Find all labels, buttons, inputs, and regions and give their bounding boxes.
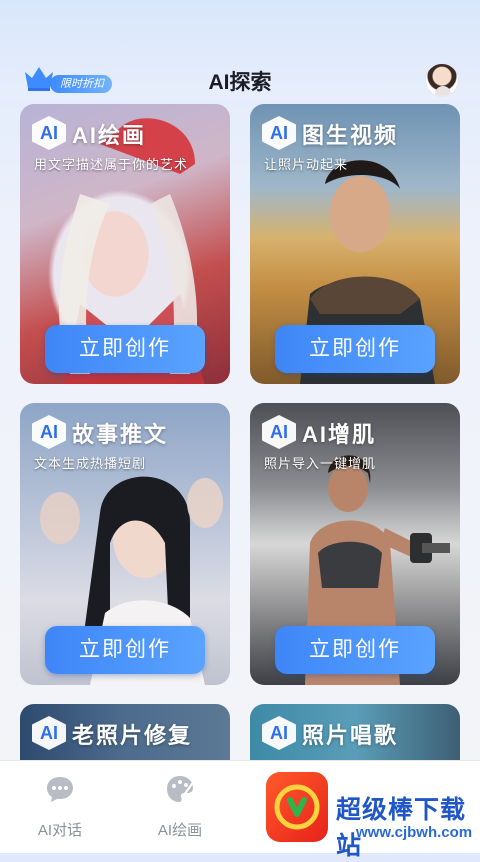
tab-label: AI绘画 bbox=[157, 822, 203, 839]
tab-ai-chat[interactable]: AI对话 bbox=[0, 761, 120, 854]
card-title: 图生视频 bbox=[302, 123, 399, 148]
page-title: AI探索 bbox=[208, 71, 272, 94]
card-subtitle: 用文字描述属于你的艺术 bbox=[34, 157, 189, 172]
card-title: 照片唱歌 bbox=[302, 723, 399, 748]
create-button[interactable]: 立即创作 bbox=[45, 626, 205, 674]
tab-ai-painting[interactable]: AI绘画 bbox=[120, 761, 240, 854]
card-title: AI绘画 bbox=[72, 123, 147, 148]
watermark-url: www.cjbwh.com bbox=[356, 824, 473, 841]
card-photo-sing[interactable]: AI 照片唱歌 bbox=[250, 704, 460, 764]
top-header: 限时折扣 AI探索 bbox=[0, 0, 480, 100]
download-arrow-icon bbox=[274, 784, 320, 830]
card-muscle[interactable]: AI AI增肌 照片导入一键增肌 立即创作 bbox=[250, 403, 460, 685]
card-ai-painting[interactable]: AI AI绘画 用文字描述属于你的艺术 立即创作 bbox=[20, 104, 230, 384]
tab-label: AI对话 bbox=[37, 822, 83, 839]
card-subtitle: 照片导入一键增肌 bbox=[264, 456, 377, 471]
create-button[interactable]: 立即创作 bbox=[275, 626, 435, 674]
card-subtitle: 文本生成热播短剧 bbox=[34, 456, 147, 471]
card-subtitle: 让照片动起来 bbox=[264, 157, 349, 172]
card-title: 老照片修复 bbox=[72, 723, 193, 748]
create-button[interactable]: 立即创作 bbox=[45, 325, 205, 373]
create-button[interactable]: 立即创作 bbox=[275, 325, 435, 373]
card-old-photo-restore[interactable]: AI 老照片修复 bbox=[20, 704, 230, 764]
avatar[interactable] bbox=[425, 63, 459, 97]
chat-bubble-icon bbox=[47, 777, 73, 802]
watermark-logo bbox=[266, 772, 328, 842]
card-title: AI增肌 bbox=[302, 422, 377, 447]
palette-icon bbox=[167, 776, 195, 802]
card-image-to-video[interactable]: AI 图生视频 让照片动起来 立即创作 bbox=[250, 104, 460, 384]
card-title: 故事推文 bbox=[72, 422, 169, 447]
card-story[interactable]: AI 故事推文 文本生成热播短剧 立即创作 bbox=[20, 403, 230, 685]
